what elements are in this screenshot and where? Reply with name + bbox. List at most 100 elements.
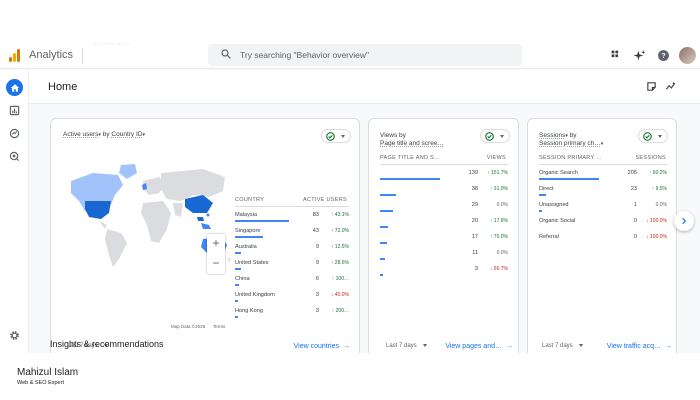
row-value: 205 <box>627 170 637 176</box>
date-range-label: Last 7 days <box>386 343 417 349</box>
card-title[interactable]: Sessions▾ by Session primary ch…▾ <box>539 132 603 148</box>
table-row[interactable]: Referral 0 ↓ 100.0% <box>539 231 667 247</box>
table-row[interactable]: United Kingdom 3 ↓ 40.0% <box>235 289 349 305</box>
column-header-active-users[interactable]: ACTIVE USERS <box>303 197 347 203</box>
row-change: ↑ 31.0% <box>489 186 508 192</box>
table-row[interactable]: China 6 ↑ 100… <box>235 273 349 289</box>
customize-icon[interactable] <box>646 81 657 92</box>
row-change: ↑ 17.6% <box>489 218 508 224</box>
table-row[interactable]: Unassigned 1 0.0% <box>539 199 667 215</box>
help-icon[interactable]: ? <box>657 49 670 62</box>
table-row[interactable]: Malaysia 83 ↑ 43.1% <box>235 209 349 225</box>
date-range-selector[interactable]: Last 7 days <box>386 343 427 349</box>
metric-label[interactable]: Views by <box>380 132 406 139</box>
card-title[interactable]: Active users▾ by Country ID▾ <box>63 131 145 139</box>
data-quality-chip[interactable] <box>321 129 351 143</box>
view-countries-link[interactable]: View countries → <box>294 343 350 350</box>
row-change: ↑ 200… <box>331 308 349 314</box>
table-row[interactable]: Direct 23 ↑ 9.5% <box>539 183 667 199</box>
column-header-sessions[interactable]: SESSIONS <box>635 155 666 161</box>
table-row[interactable]: Hong Kong 3 ↑ 200… <box>235 305 349 321</box>
row-label: Australia <box>235 244 257 250</box>
row-value: 29 <box>471 202 478 208</box>
table-row[interactable]: 139 ↑ 151.7% <box>380 167 508 183</box>
nav-reports[interactable] <box>6 102 23 119</box>
table-row[interactable]: United States 9 ↑ 28.6% <box>235 257 349 273</box>
metric-label[interactable]: Sessions <box>539 132 565 139</box>
check-circle-icon <box>643 132 652 141</box>
dimension-label[interactable]: Session primary ch… <box>539 140 601 147</box>
home-header: Home <box>29 70 700 104</box>
dimension-label[interactable]: Country ID <box>111 131 142 138</box>
check-circle-icon <box>485 132 494 141</box>
title-by: by <box>100 131 112 138</box>
zoom-out-button[interactable]: − <box>207 254 225 274</box>
next-cards-button[interactable] <box>674 211 694 231</box>
nav-advertising[interactable] <box>6 148 23 165</box>
author-subtitle: Web & SEO Expert <box>17 380 64 386</box>
row-change: ↑ 28.6% <box>330 260 349 266</box>
table-row[interactable]: Australia 9 ↑ 12.5% <box>235 241 349 257</box>
view-pages-link[interactable]: View pages and… → <box>445 343 513 350</box>
nav-explore[interactable] <box>6 125 23 142</box>
row-value: 6 <box>315 276 319 282</box>
analytics-logo[interactable] <box>9 49 21 62</box>
apps-grid-icon[interactable] <box>610 49 623 62</box>
page-title: Home <box>48 81 78 93</box>
avatar[interactable] <box>679 47 696 64</box>
row-value: 0 <box>633 234 637 240</box>
search-input[interactable] <box>240 48 510 62</box>
card-title[interactable]: Views by Page title and scree… <box>380 132 444 148</box>
row-value: 1 <box>633 202 637 208</box>
row-value: 20 <box>471 218 478 224</box>
zoom-in-button[interactable]: + <box>207 234 225 254</box>
app-title: Analytics <box>29 49 74 61</box>
left-nav-rail <box>0 70 29 353</box>
table-row[interactable]: 3 ↓ 66.7% <box>380 263 508 279</box>
divider <box>82 48 83 64</box>
caret-down-icon <box>578 343 583 347</box>
metric-label[interactable]: Active users <box>63 131 98 138</box>
data-quality-chip[interactable] <box>638 129 668 143</box>
property-name[interactable]: ˙ ˙˙˙ ˙˙˙˙ ˙˙˙ ˙˙ <box>90 44 131 50</box>
row-value: 38 <box>471 186 478 192</box>
row-change: 0.0% <box>496 202 508 208</box>
link-label: View traffic acq… <box>606 343 661 350</box>
arrow-right-icon: → <box>343 343 350 350</box>
table-row[interactable]: 38 ↑ 31.0% <box>380 183 508 199</box>
table-row[interactable]: 17 ↑ 70.0% <box>380 231 508 247</box>
column-header-views[interactable]: VIEWS <box>487 155 506 161</box>
table-row[interactable]: Organic Search 205 ↑ 60.2% <box>539 167 667 183</box>
column-header-country[interactable]: COUNTRY <box>235 197 264 203</box>
table-row[interactable]: 11 0.0% <box>380 247 508 263</box>
table-row[interactable]: Organic Social 0 ↓ 100.0% <box>539 215 667 231</box>
date-range-selector[interactable]: Last 7 days <box>542 343 583 349</box>
chevron-down-icon <box>341 135 345 138</box>
table-row[interactable]: Singapore 43 ↑ 72.0% <box>235 225 349 241</box>
nav-home[interactable] <box>6 79 23 96</box>
column-header-channel[interactable]: SESSION PRIMARY … <box>539 155 602 161</box>
table-row[interactable]: 20 ↑ 17.6% <box>380 215 508 231</box>
search-box[interactable] <box>208 44 522 66</box>
row-share-bar <box>539 194 546 196</box>
insights-trend-icon[interactable] <box>665 81 677 92</box>
row-label: Direct <box>539 186 554 192</box>
row-share-bar <box>380 210 393 212</box>
table-row[interactable]: 29 0.0% <box>380 199 508 215</box>
advertising-icon <box>9 151 20 162</box>
row-value: 139 <box>468 170 478 176</box>
column-header-page-title[interactable]: PAGE TITLE AND S… <box>380 155 440 161</box>
row-share-bar <box>380 274 383 276</box>
row-change: ↑ 12.5% <box>330 244 349 250</box>
link-label: View pages and… <box>445 343 502 350</box>
row-share-bar <box>235 300 238 302</box>
sparkle-icon[interactable] <box>633 49 646 62</box>
row-share-bar <box>235 268 241 270</box>
dimension-label[interactable]: Page title and scree… <box>380 140 444 147</box>
nav-settings[interactable] <box>6 327 23 344</box>
data-quality-chip[interactable] <box>480 129 510 143</box>
map-terms-link[interactable]: Terms <box>213 324 225 329</box>
row-label: Organic Social <box>539 218 576 224</box>
view-traffic-link[interactable]: View traffic acq… → <box>607 343 672 350</box>
row-share-bar <box>380 226 389 228</box>
